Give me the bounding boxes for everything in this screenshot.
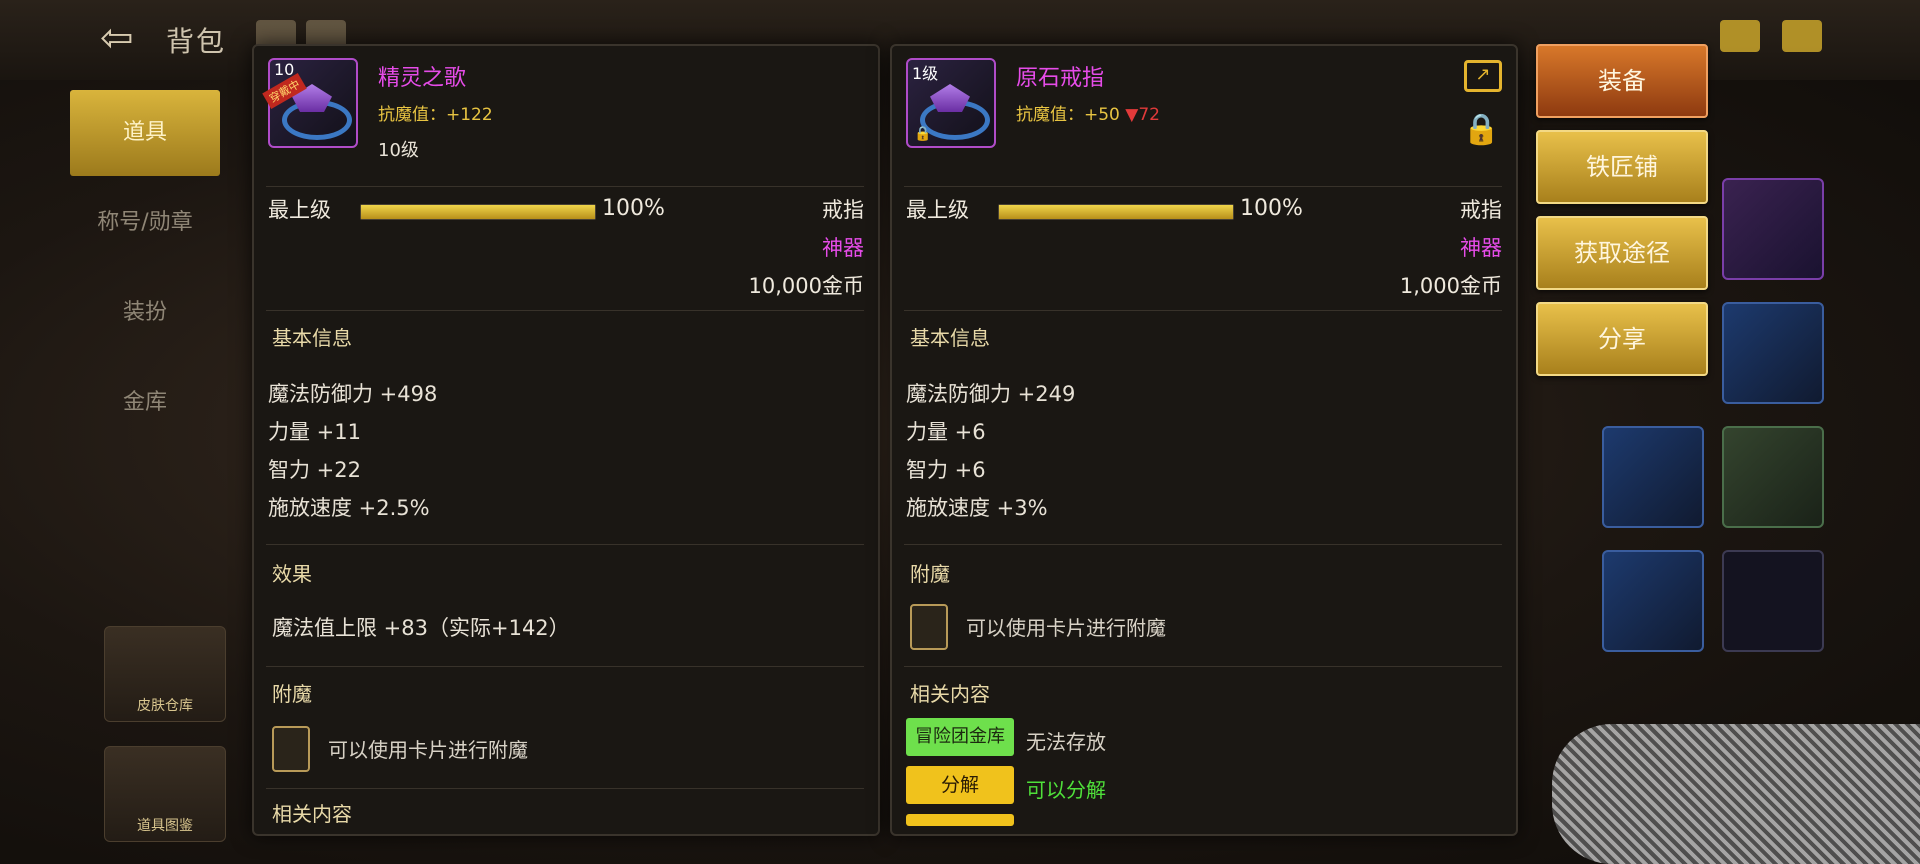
effect-title: 效果 (272, 562, 312, 586)
lock-icon[interactable]: 🔒 (1463, 112, 1500, 147)
divider (904, 666, 1502, 667)
related-note-vault: 无法存放 (1026, 730, 1106, 754)
item-icon[interactable]: 10 穿戴中 (262, 58, 358, 148)
item-level: 10级 (378, 140, 419, 161)
grade-bar (998, 204, 1234, 220)
item-rarity: 神器 (1460, 236, 1502, 260)
divider (266, 186, 864, 187)
page-title: 背包 (166, 25, 227, 58)
inventory-slot[interactable] (1722, 426, 1824, 528)
stat-line: 力量 +6 (906, 420, 986, 444)
chat-icon[interactable] (1782, 20, 1822, 52)
item-icon-level: 1级 (912, 64, 939, 83)
grade-bar (360, 204, 596, 220)
nav-item-avatar[interactable]: 装扮 (70, 270, 220, 356)
basic-info-title: 基本信息 (272, 326, 352, 350)
gem-icon (930, 84, 970, 112)
item-name: 原石戒指 (1016, 66, 1105, 91)
acquire-source-button[interactable]: 获取途径 (1536, 216, 1708, 290)
item-name: 精灵之歌 (378, 66, 467, 91)
divider (266, 788, 864, 789)
enchant-card-slot[interactable] (910, 604, 948, 650)
inventory-slot[interactable] (1722, 550, 1824, 652)
redacted-overlay (1552, 724, 1920, 864)
enchant-text: 可以使用卡片进行附魔 (966, 616, 1166, 640)
stat-line: 魔法防御力 +249 (906, 382, 1076, 406)
related-title: 相关内容 (272, 802, 352, 826)
grade-label: 最上级 (268, 198, 331, 222)
divider (266, 666, 864, 667)
inventory-slot[interactable] (1722, 302, 1824, 404)
enchant-title: 附魔 (272, 682, 312, 706)
item-price: 1,000金币 (1399, 274, 1502, 298)
grade-bar-fill (999, 205, 1233, 219)
grade-label: 最上级 (906, 198, 969, 222)
related-note-disassemble: 可以分解 (1026, 778, 1106, 802)
item-type: 戒指 (822, 198, 864, 222)
mail-icon[interactable] (1720, 20, 1760, 52)
inventory-slot[interactable] (1602, 550, 1704, 652)
effect-text: 魔法值上限 +83（实际+142） (272, 616, 570, 640)
stat-line: 魔法防御力 +498 (268, 382, 438, 406)
equip-button[interactable]: 装备 (1536, 44, 1708, 118)
divider (904, 186, 1502, 187)
left-nav: 道具 称号/勋章 装扮 金库 (70, 90, 220, 450)
stat-line: 力量 +11 (268, 420, 361, 444)
share-button[interactable]: 分享 (1536, 302, 1708, 376)
equipped-item-panel: 10 穿戴中 精灵之歌 抗魔值：+122 10级 最上级 100% 戒指 神器 … (252, 44, 880, 836)
grade-bar-fill (361, 205, 595, 219)
item-type: 戒指 (1460, 198, 1502, 222)
lock-icon: 🔒 (914, 126, 932, 142)
stat-line: 智力 +6 (906, 458, 986, 482)
nav-item-titles[interactable]: 称号/勋章 (70, 180, 220, 266)
stat-line: 施放速度 +2.5% (268, 496, 430, 520)
share-icon[interactable]: ↗ (1464, 60, 1502, 92)
item-icon[interactable]: 1级 🔒 (906, 58, 996, 148)
item-main-stat: 抗魔值：+122 (378, 105, 493, 125)
related-title: 相关内容 (910, 682, 990, 706)
related-tag-disassemble: 分解 (906, 766, 1014, 804)
inventory-slot[interactable] (1722, 178, 1824, 280)
item-main-stat-value: 抗魔值：+50 (1016, 105, 1120, 125)
item-price: 10,000金币 (748, 274, 864, 298)
item-rarity: 神器 (822, 236, 864, 260)
enchant-card-slot[interactable] (272, 726, 310, 772)
blacksmith-button[interactable]: 铁匠铺 (1536, 130, 1708, 204)
back-arrow-icon[interactable]: ⇦ (100, 16, 148, 60)
nav-item-items[interactable]: 道具 (70, 90, 220, 176)
divider (266, 544, 864, 545)
related-tag-more (906, 814, 1014, 826)
enchant-title: 附魔 (910, 562, 950, 586)
basic-info-title: 基本信息 (910, 326, 990, 350)
stat-line: 智力 +22 (268, 458, 361, 482)
item-codex-label: 道具图鉴 (137, 818, 193, 834)
related-tag-vault: 冒险团金库 (906, 718, 1014, 756)
divider (904, 310, 1502, 311)
enchant-text: 可以使用卡片进行附魔 (328, 738, 528, 762)
divider (904, 544, 1502, 545)
grade-percent: 100% (602, 196, 665, 221)
grade-percent: 100% (1240, 196, 1303, 221)
skin-storage-button[interactable]: 皮肤仓库 (104, 626, 226, 722)
divider (266, 310, 864, 311)
nav-item-vault[interactable]: 金库 (70, 360, 220, 446)
item-codex-button[interactable]: 道具图鉴 (104, 746, 226, 842)
inventory-slot[interactable] (1602, 426, 1704, 528)
item-main-stat: 抗魔值：+50 ▼72 (1016, 100, 1160, 125)
stat-diff-down: ▼72 (1125, 105, 1161, 125)
skin-storage-label: 皮肤仓库 (137, 698, 193, 714)
stat-line: 施放速度 +3% (906, 496, 1048, 520)
compare-item-panel: 1级 🔒 原石戒指 抗魔值：+50 ▼72 ↗ 🔒 最上级 100% 戒指 神器… (890, 44, 1518, 836)
